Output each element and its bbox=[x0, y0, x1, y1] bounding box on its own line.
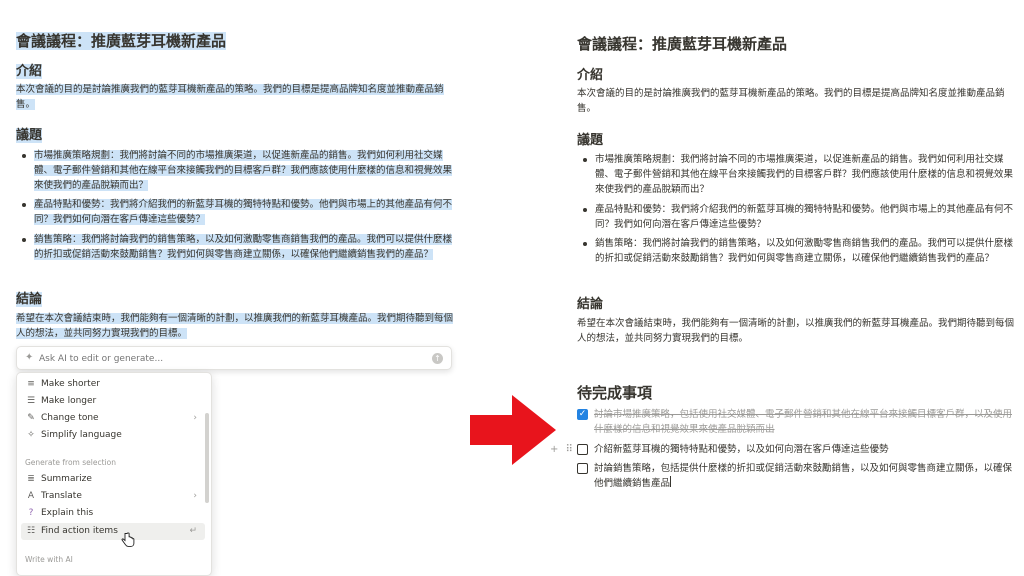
section-write-label: Write with AI bbox=[25, 555, 73, 564]
conclusion-text: 希望在本次會議結束時，我們能夠有一個清晰的計劃，以推廣我們的新藍芽耳機產品。我們… bbox=[577, 318, 1015, 344]
translate-icon: A bbox=[27, 491, 35, 501]
ai-prompt-input[interactable] bbox=[39, 351, 419, 366]
todo-item[interactable]: 討論銷售策略，包括提供什麼樣的折扣或促銷活動來鼓勵銷售，以及如何與零售商建立關係… bbox=[577, 461, 1017, 491]
list-item: 銷售策略：我們將討論我們的銷售策略，以及如何激勵零售商銷售我們的產品。我們可以提… bbox=[579, 236, 1015, 266]
menu-item-make-longer[interactable]: ☰ Make longer bbox=[21, 393, 205, 410]
conclusion-text: 希望在本次會議結束時，我們能夠有一個清晰的計劃，以推廣我們的新藍芽耳機產品。我們… bbox=[16, 313, 454, 339]
list-item: 產品特點和優勢：我們將介紹我們的新藍芽耳機的獨特特點和優勢。他們與市場上的其他產… bbox=[579, 202, 1015, 232]
intro-heading: 介紹 bbox=[577, 68, 604, 83]
summary-icon: ≣ bbox=[27, 474, 35, 484]
arrow-right-icon bbox=[470, 395, 556, 465]
ai-command-menu: ≡ Make shorter ☰ Make longer ✎ Change to… bbox=[16, 372, 212, 576]
menu-item-summarize[interactable]: ≣ Summarize bbox=[21, 471, 205, 488]
menu-item-find-action-items[interactable]: ☷ Find action items ↵ bbox=[21, 523, 205, 540]
menu-item-make-shorter[interactable]: ≡ Make shorter bbox=[21, 376, 205, 393]
intro-heading: 介紹 bbox=[16, 64, 43, 79]
intro-text: 本次會議的目的是討論推廣我們的藍芽耳機新產品的策略。我們的目標是提高品牌知名度並… bbox=[16, 84, 444, 110]
topics-heading: 議題 bbox=[16, 128, 43, 143]
checklist-icon: ☷ bbox=[26, 526, 36, 536]
list-item: 銷售策略：我們將討論我們的銷售策略，以及如何激勵零售商銷售我們的產品。我們可以提… bbox=[18, 232, 454, 262]
page-title: 會議議程：推廣藍芽耳機新產品 bbox=[577, 35, 788, 53]
block-drag-handle-icon[interactable]: + ⠿ bbox=[550, 444, 575, 455]
checkbox[interactable] bbox=[577, 463, 588, 474]
todo-heading: 待完成事項 bbox=[577, 384, 653, 402]
list-item: 產品特點和優勢：我們將介紹我們的新藍芽耳機的獨特特點和優勢。他們與市場上的其他產… bbox=[18, 197, 454, 227]
enter-key-icon: ↵ bbox=[189, 526, 197, 536]
checkbox-checked[interactable]: ✓ bbox=[577, 409, 588, 420]
conclusion-heading: 結論 bbox=[577, 297, 604, 312]
chevron-right-icon: › bbox=[193, 491, 197, 501]
short-lines-icon: ≡ bbox=[27, 379, 35, 389]
list-item: 市場推廣策略規劃：我們將討論不同的市場推廣渠道，以促進新產品的銷售。我們如何利用… bbox=[18, 148, 454, 193]
menu-scrollbar[interactable] bbox=[205, 413, 209, 503]
chevron-right-icon: › bbox=[193, 413, 197, 423]
question-icon: ? bbox=[28, 508, 34, 518]
topics-heading: 議題 bbox=[577, 133, 604, 148]
section-generate-label: Generate from selection bbox=[25, 458, 116, 467]
sparkle-icon: ✧ bbox=[27, 430, 35, 440]
menu-item-explain[interactable]: ? Explain this bbox=[21, 505, 205, 522]
page-title: 會議議程：推廣藍芽耳機新產品 bbox=[16, 32, 227, 50]
after-pane: 會議議程：推廣藍芽耳機新產品 介紹 本次會議的目的是討論推廣我們的藍芽耳機新產品… bbox=[560, 0, 1024, 576]
todo-item[interactable]: ✓ 討論市場推廣策略，包括使用社交媒體、電子郵件營銷和其他在線平台來接觸目標客戶… bbox=[577, 407, 1017, 437]
todo-item[interactable]: 介紹新藍芽耳機的獨特特點和優勢，以及如何向潛在客戶傳達這些優勢 bbox=[577, 442, 1017, 457]
menu-item-change-tone[interactable]: ✎ Change tone › bbox=[21, 410, 205, 427]
ai-prompt-bar[interactable]: ✦ ↑ bbox=[16, 346, 452, 370]
hand-cursor-icon bbox=[121, 532, 135, 547]
long-lines-icon: ☰ bbox=[26, 396, 36, 406]
send-arrow-icon[interactable]: ↑ bbox=[432, 353, 443, 364]
list-item: 市場推廣策略規劃：我們將討論不同的市場推廣渠道，以促進新產品的銷售。我們如何利用… bbox=[579, 152, 1015, 197]
conclusion-heading: 結論 bbox=[16, 292, 43, 307]
microphone-icon: ✎ bbox=[27, 413, 35, 423]
menu-item-translate[interactable]: A Translate › bbox=[21, 488, 205, 505]
ai-sparkle-icon: ✦ bbox=[25, 352, 34, 363]
text-caret bbox=[670, 476, 672, 487]
menu-item-simplify[interactable]: ✧ Simplify language bbox=[21, 427, 205, 444]
checkbox[interactable] bbox=[577, 444, 588, 455]
intro-text: 本次會議的目的是討論推廣我們的藍芽耳機新產品的策略。我們的目標是提高品牌知名度並… bbox=[577, 88, 1005, 114]
